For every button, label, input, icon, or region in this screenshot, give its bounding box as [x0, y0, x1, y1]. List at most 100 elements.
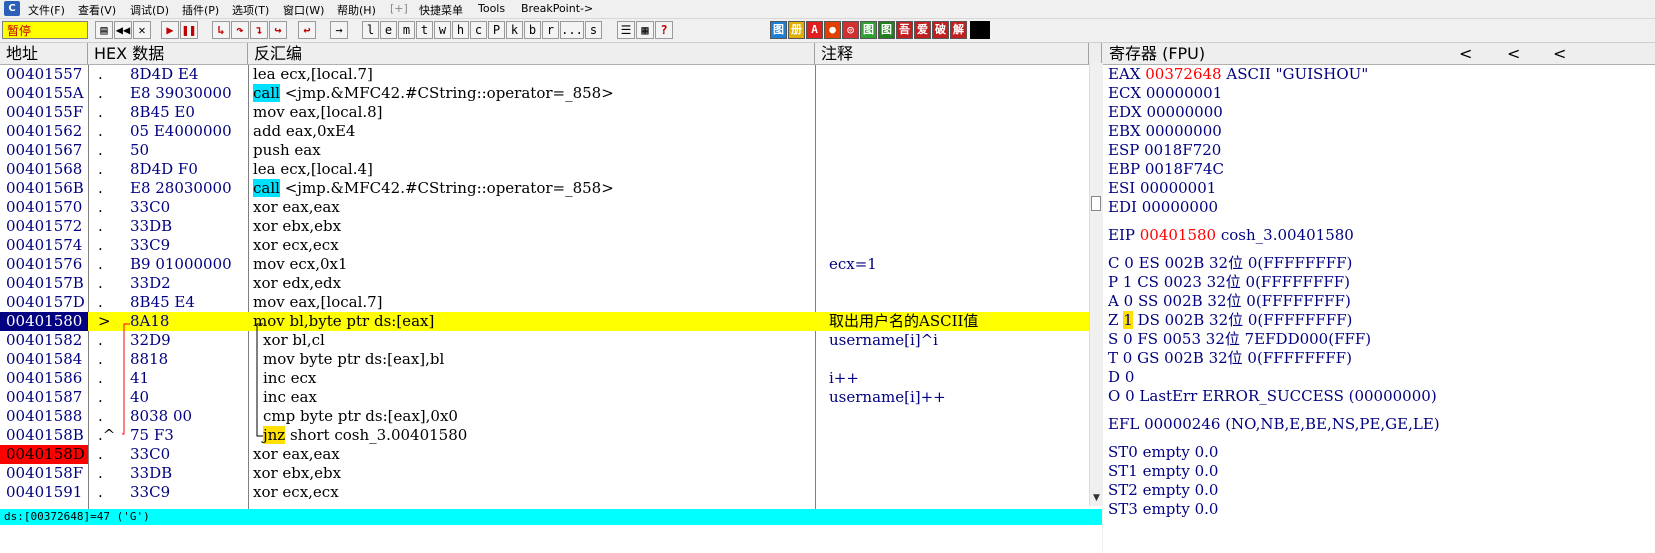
fpu-register[interactable]: ST3 empty 0.0	[1108, 500, 1218, 519]
flag-name: A	[1108, 292, 1119, 310]
flag-o[interactable]: O 0 LastErr ERROR_SUCCESS (00000000)	[1108, 387, 1437, 406]
register-ecx[interactable]: ECX 00000001	[1108, 84, 1222, 103]
menu-debug[interactable]: 调试(D)	[130, 2, 169, 18]
chevron-left-icon[interactable]: <	[1553, 43, 1566, 65]
menu-breakpoint[interactable]: BreakPoint->	[521, 2, 593, 15]
toolbar-callstack-button[interactable]: k	[506, 21, 523, 39]
plugin-table-icon[interactable]: 图	[878, 21, 895, 39]
step-over-icon[interactable]: ↷	[231, 21, 249, 39]
toolbar-cpu-button[interactable]: c	[470, 21, 487, 39]
toolbar: 暂停 ▤ ◀◀ ✕ ▶ ❚❚ ↳ ↷ ↴ ↪ ↩ → l e m t w h c…	[0, 19, 1655, 43]
plugin-refresh-icon[interactable]: 图	[770, 21, 787, 39]
color-swatch[interactable]	[970, 21, 990, 39]
plugin-jie-icon[interactable]: 解	[950, 21, 967, 39]
plugin-a-icon[interactable]: A	[806, 21, 823, 39]
register-value: 00372648	[1145, 65, 1222, 83]
flag-p[interactable]: P 1 CS 0023 32位 0(FFFFFFFF)	[1108, 273, 1350, 292]
trace-into-icon[interactable]: ↴	[250, 21, 268, 39]
flag-c[interactable]: C 0 ES 002B 32位 0(FFFFFFFF)	[1108, 254, 1352, 273]
toolbar-patches-button[interactable]: P	[488, 21, 505, 39]
app-icon[interactable]: C	[4, 1, 20, 16]
register-efl[interactable]: EFL 00000246 (NO,NB,E,BE,NS,PE,GE,LE)	[1108, 415, 1440, 434]
status-paused: 暂停	[2, 21, 88, 39]
plugin-circle-icon[interactable]: ●	[824, 21, 841, 39]
run-icon[interactable]: ▶	[161, 21, 179, 39]
toolbar-handles-button[interactable]: h	[452, 21, 469, 39]
fpu-register-text: ST2 empty 0.0	[1108, 481, 1219, 499]
toolbar-log-button[interactable]: l	[362, 21, 379, 39]
flag-a[interactable]: A 0 SS 002B 32位 0(FFFFFFFF)	[1108, 292, 1351, 311]
register-extra: ASCII "GUISHOU"	[1221, 65, 1369, 83]
menu-shortcuts[interactable]: 快捷菜单	[419, 2, 463, 18]
register-eip[interactable]: EIP 00401580 cosh_3.00401580	[1108, 226, 1354, 245]
fpu-register[interactable]: ST2 empty 0.0	[1108, 481, 1218, 500]
register-esi[interactable]: ESI 00000001	[1108, 179, 1216, 198]
scroll-down-icon[interactable]: ▼	[1091, 493, 1102, 504]
segment-info: CS 0023 32位 0(FFFFFFFF)	[1137, 273, 1351, 291]
register-value: 00000001	[1139, 179, 1217, 197]
options-icon[interactable]: ▦	[636, 21, 654, 39]
fpu-register-text: ST3 empty 0.0	[1108, 500, 1219, 518]
menu-view[interactable]: 查看(V)	[78, 2, 116, 18]
menu-plus[interactable]: [+]	[390, 2, 408, 15]
flag-value: 0	[1122, 349, 1133, 367]
flag-name: Z	[1108, 311, 1119, 329]
menu-tools[interactable]: Tools	[478, 2, 505, 15]
flag-t[interactable]: T 0 GS 002B 32位 0(FFFFFFFF)	[1108, 349, 1352, 368]
rewind-icon[interactable]: ◀◀	[114, 21, 132, 39]
menu-help[interactable]: 帮助(H)	[337, 2, 376, 18]
toolbar-source-button[interactable]: s	[585, 21, 602, 39]
chevron-left-icon[interactable]: <	[1507, 43, 1520, 65]
toolbar-threads-button[interactable]: t	[416, 21, 433, 39]
flag-value: 1	[1123, 311, 1133, 329]
register-value: 0018F74C	[1144, 160, 1225, 178]
toolbar-references-button[interactable]: r	[542, 21, 559, 39]
menu-options[interactable]: 选项(T)	[232, 2, 269, 18]
plugin-target-icon[interactable]: ◎	[842, 21, 859, 39]
chevron-left-icon[interactable]: <	[1459, 43, 1472, 65]
flag-s[interactable]: S 0 FS 0053 32位 7EFDD000(FFF)	[1108, 330, 1371, 349]
pause-icon[interactable]: ❚❚	[180, 21, 198, 39]
plugin-ai-icon[interactable]: 爱	[914, 21, 931, 39]
plugin-grid-icon[interactable]: 图	[860, 21, 877, 39]
fpu-register[interactable]: ST1 empty 0.0	[1108, 462, 1218, 481]
fpu-register-text: ST0 empty 0.0	[1108, 443, 1219, 461]
register-edi[interactable]: EDI 00000000	[1108, 198, 1218, 217]
segment-info: SS 002B 32位 0(FFFFFFFF)	[1137, 292, 1351, 310]
trace-over-icon[interactable]: ↪	[269, 21, 287, 39]
register-header: 寄存器 (FPU) < < <	[1103, 43, 1655, 65]
register-eax[interactable]: EAX 00372648 ASCII "GUISHOU"	[1108, 65, 1368, 84]
disassembly-scrollbar[interactable]: ▼	[1089, 63, 1103, 506]
register-esp[interactable]: ESP 0018F720	[1108, 141, 1221, 160]
fpu-register[interactable]: ST0 empty 0.0	[1108, 443, 1218, 462]
register-ebx[interactable]: EBX 00000000	[1108, 122, 1222, 141]
flag-value: 0	[1123, 330, 1133, 348]
menu-file[interactable]: 文件(F)	[28, 2, 65, 18]
plugin-po-icon[interactable]: 破	[932, 21, 949, 39]
toolbar-windows-button[interactable]: w	[434, 21, 451, 39]
close-icon[interactable]: ✕	[133, 21, 151, 39]
open-icon[interactable]: ▤	[95, 21, 113, 39]
menu-window[interactable]: 窗口(W)	[283, 2, 324, 18]
help-icon[interactable]: ?	[655, 21, 673, 39]
register-edx[interactable]: EDX 00000000	[1108, 103, 1223, 122]
segment-info: GS 002B 32位 0(FFFFFFFF)	[1137, 349, 1352, 367]
menu-plugins[interactable]: 插件(P)	[182, 2, 219, 18]
toolbar-memory-button[interactable]: m	[398, 21, 415, 39]
plugin-wu-icon[interactable]: 吾	[896, 21, 913, 39]
flag-z[interactable]: Z 1 DS 002B 32位 0(FFFFFFFF)	[1108, 311, 1352, 330]
step-into-icon[interactable]: ↳	[212, 21, 230, 39]
execute-till-return-icon[interactable]: ↩	[298, 21, 316, 39]
plugin-book-icon[interactable]: 册	[788, 21, 805, 39]
segment-info: DS 002B 32位 0(FFFFFFFF)	[1137, 311, 1353, 329]
goto-icon[interactable]: →	[330, 21, 348, 39]
scrollbar-thumb[interactable]	[1091, 196, 1101, 211]
toolbar-breakpoints-button[interactable]: b	[524, 21, 541, 39]
register-value: 00000000	[1145, 122, 1222, 140]
disassembly-panel[interactable]: 地址 HEX 数据 反汇编 注释 00401557. 8D4D E4 lea ecx…	[0, 43, 1102, 509]
list-icon[interactable]: ☰	[617, 21, 635, 39]
toolbar-run-trace-button[interactable]: ...	[560, 21, 584, 39]
register-ebp[interactable]: EBP 0018F74C	[1108, 160, 1224, 179]
flag-d[interactable]: D 0	[1108, 368, 1134, 387]
toolbar-executable-modules-button[interactable]: e	[380, 21, 397, 39]
